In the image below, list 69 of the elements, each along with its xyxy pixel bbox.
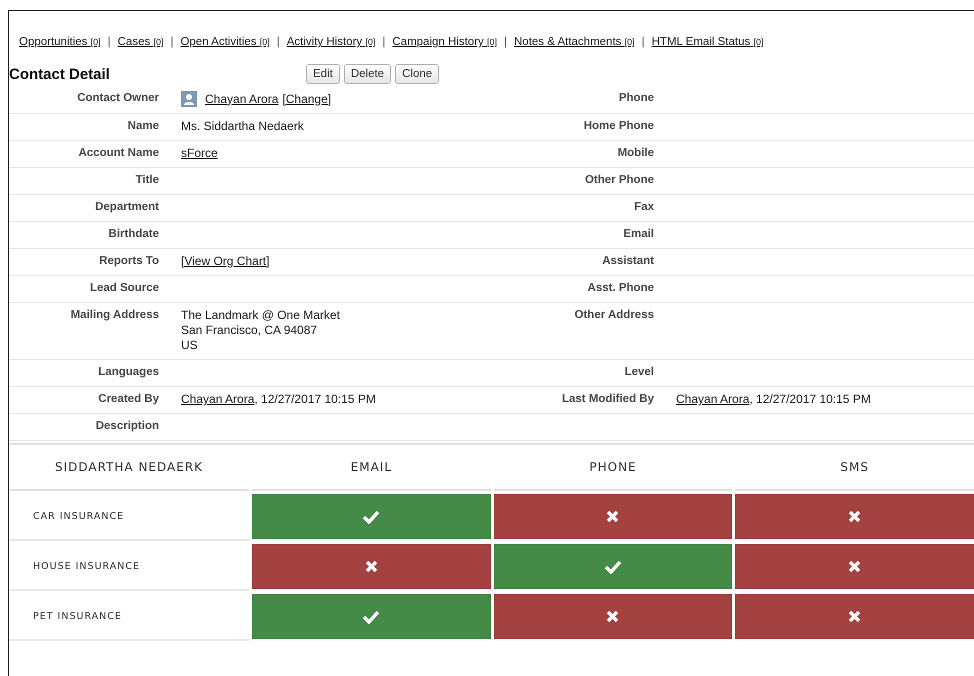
action-button[interactable]: Edit — [306, 64, 340, 84]
field-label: Fax — [491, 195, 666, 222]
related-list-link[interactable]: Campaign History [0] — [392, 36, 497, 48]
field-label: Last Modified By — [491, 387, 666, 414]
field-label: Assistant — [491, 249, 666, 276]
field-label: Reports To — [9, 249, 171, 276]
field-label: Phone — [491, 86, 666, 114]
field-label: Birthdate — [9, 222, 171, 249]
field-label: Title — [9, 168, 171, 195]
related-list-link[interactable]: Open Activities [0] — [180, 36, 270, 48]
row-label: CAR INSURANCE — [9, 494, 249, 541]
field-label: Home Phone — [491, 114, 666, 141]
field-link[interactable]: sForce — [181, 146, 218, 161]
field-value: US — [181, 338, 198, 353]
field-value: San Francisco, CA 94087 — [181, 323, 318, 338]
field-link[interactable]: [Change] — [282, 92, 332, 106]
column-header: EMAIL — [252, 445, 491, 491]
field-value: , 12/27/2017 10:15 PM — [749, 392, 871, 407]
separator: | — [642, 36, 645, 48]
close-icon — [606, 510, 620, 523]
close-icon — [364, 560, 378, 573]
check-icon — [604, 560, 622, 574]
field-value: Ms. Siddartha Nedaerk — [181, 119, 304, 134]
field-label: Languages — [9, 360, 171, 387]
field-label: Name — [9, 114, 171, 141]
field-link[interactable]: [View Org Chart] — [181, 254, 270, 269]
related-list-link[interactable]: Activity History [0] — [286, 36, 376, 48]
check-icon — [362, 610, 380, 624]
field-label: Description — [9, 414, 171, 441]
field-value: The Landmark @ One Market — [181, 308, 340, 323]
field-label: Mailing Address — [9, 303, 171, 360]
field-label: Created By — [9, 387, 171, 414]
separator: | — [108, 36, 111, 48]
separator: | — [504, 36, 507, 48]
field-label: Other Phone — [491, 168, 666, 195]
field-value: , 12/27/2017 10:15 PM — [254, 392, 376, 407]
separator: | — [170, 36, 174, 48]
separator: | — [382, 36, 386, 48]
column-header: SIDDARTHA NEDAERK — [9, 445, 249, 491]
related-list-link[interactable]: HTML Email Status [0] — [652, 36, 764, 48]
close-icon — [848, 510, 862, 523]
field-label: Mobile — [491, 141, 666, 168]
column-header: SMS — [735, 445, 974, 491]
related-list-link[interactable]: Notes & Attachments [0] — [514, 36, 635, 48]
action-button[interactable]: Delete — [344, 64, 392, 84]
close-icon — [606, 610, 620, 623]
field-label: Account Name — [9, 141, 171, 168]
action-button[interactable]: Clone — [395, 64, 440, 84]
separator: | — [276, 36, 280, 48]
row-label: PET INSURANCE — [9, 594, 249, 641]
field-label: Level — [491, 360, 666, 387]
field-link[interactable]: Chayan Arora — [181, 392, 254, 407]
user-icon — [181, 91, 197, 107]
field-label: Contact Owner — [9, 86, 171, 114]
field-link[interactable]: Chayan Arora — [205, 92, 278, 106]
related-list-link[interactable]: Opportunities [0] — [19, 36, 101, 48]
check-icon — [362, 510, 380, 524]
field-label: Email — [491, 222, 666, 249]
close-icon — [848, 610, 862, 623]
field-link[interactable]: Chayan Arora — [676, 392, 750, 407]
section-title: Contact Detail — [9, 66, 111, 82]
close-icon — [848, 560, 862, 573]
field-label: Other Address — [491, 303, 666, 360]
column-header: PHONE — [494, 445, 732, 491]
field-label: Asst. Phone — [491, 276, 666, 303]
row-label: HOUSE INSURANCE — [9, 544, 249, 591]
field-label: Lead Source — [9, 276, 171, 303]
related-list-link[interactable]: Cases [0] — [118, 36, 164, 48]
field-label: Department — [9, 195, 171, 222]
